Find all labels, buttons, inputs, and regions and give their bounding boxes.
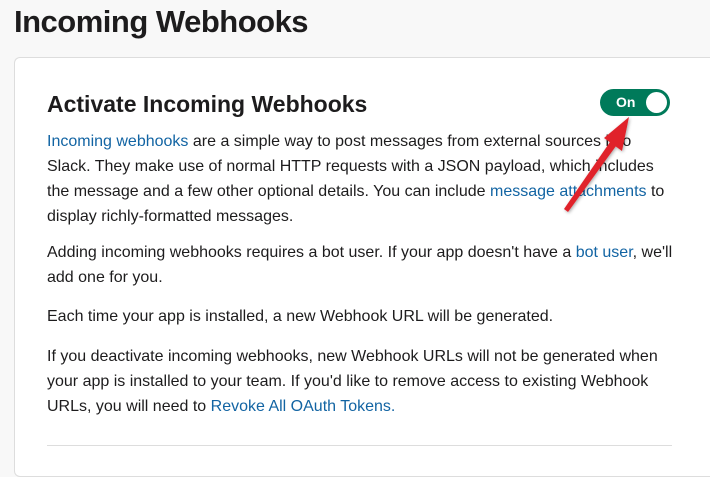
page-title: Incoming Webhooks (14, 4, 309, 39)
toggle-knob (646, 92, 667, 113)
bot-text-a: Adding incoming webhooks requires a bot … (47, 244, 576, 261)
incoming-webhooks-link[interactable]: Incoming webhooks (47, 133, 188, 150)
toggle-label: On (616, 94, 636, 110)
divider (47, 445, 672, 446)
activate-toggle[interactable]: On (600, 89, 670, 116)
section-title: Activate Incoming Webhooks (47, 91, 368, 117)
revoke-tokens-link[interactable]: Revoke All OAuth Tokens. (211, 398, 396, 415)
paragraph-deactivate: If you deactivate incoming webhooks, new… (47, 344, 677, 419)
message-attachments-link[interactable]: message attachments (490, 183, 647, 200)
paragraph-bot-user: Adding incoming webhooks requires a bot … (47, 240, 677, 290)
paragraph-intro: Incoming webhooks are a simple way to po… (47, 129, 677, 229)
paragraph-url-generated: Each time your app is installed, a new W… (47, 308, 554, 325)
activate-webhooks-card: Activate Incoming Webhooks On Incoming w… (14, 57, 710, 477)
bot-user-link[interactable]: bot user (576, 244, 633, 261)
